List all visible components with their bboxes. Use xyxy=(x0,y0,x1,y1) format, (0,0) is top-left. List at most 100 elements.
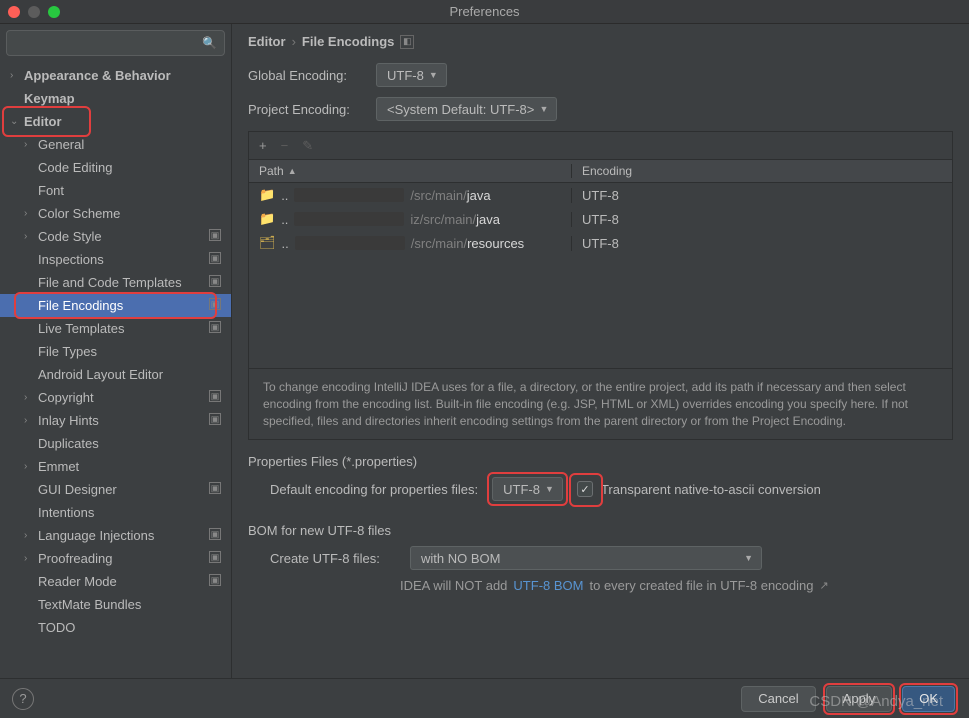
sidebar-item-label: File Encodings xyxy=(38,298,123,313)
sidebar-item-label: Emmet xyxy=(38,459,79,474)
sidebar-item-label: Inspections xyxy=(38,252,104,267)
sidebar-item-label: Duplicates xyxy=(38,436,99,451)
sidebar-item-copyright[interactable]: ›Copyright ▣ xyxy=(0,386,231,409)
chevron-down-icon: ▼ xyxy=(429,70,438,80)
resources-icon: 🗂 xyxy=(259,235,276,251)
bom-section-title: BOM for new UTF-8 files xyxy=(248,523,953,538)
sidebar-item-label: Keymap xyxy=(24,91,75,106)
properties-default-label: Default encoding for properties files: xyxy=(270,482,478,497)
sidebar-item-appearance-behavior[interactable]: ›Appearance & Behavior xyxy=(0,64,231,87)
table-row[interactable]: 📁../src/main/javaUTF-8 xyxy=(249,183,952,207)
sidebar-item-file-types[interactable]: File Types xyxy=(0,340,231,363)
help-button[interactable]: ? xyxy=(12,688,34,710)
sidebar-item-keymap[interactable]: Keymap xyxy=(0,87,231,110)
chevron-down-icon: ▼ xyxy=(545,484,554,494)
reset-icon[interactable]: ◧ xyxy=(400,35,414,49)
path-table-body: 📁../src/main/javaUTF-8📁..iz/src/main/jav… xyxy=(248,183,953,369)
main-panel: Editor › File Encodings ◧ Global Encodin… xyxy=(232,24,969,678)
add-button[interactable]: + xyxy=(259,138,267,153)
cell-encoding: UTF-8 xyxy=(571,236,952,251)
chevron-icon: › xyxy=(24,461,38,472)
sidebar-item-android-layout-editor[interactable]: Android Layout Editor xyxy=(0,363,231,386)
sidebar-item-label: General xyxy=(38,137,84,152)
module-scope-icon: ▣ xyxy=(209,574,221,586)
transparent-ascii-label: Transparent native-to-ascii conversion xyxy=(601,482,821,497)
remove-button[interactable]: − xyxy=(281,138,289,153)
close-icon[interactable] xyxy=(8,6,20,18)
chevron-icon: › xyxy=(24,208,38,219)
chevron-icon: › xyxy=(24,392,38,403)
sidebar-item-general[interactable]: ›General xyxy=(0,133,231,156)
bom-note-link[interactable]: UTF-8 BOM xyxy=(513,578,583,593)
module-scope-icon: ▣ xyxy=(209,413,221,425)
sidebar-item-color-scheme[interactable]: ›Color Scheme xyxy=(0,202,231,225)
sidebar-item-label: Intentions xyxy=(38,505,94,520)
sidebar-item-label: Code Editing xyxy=(38,160,112,175)
bom-combo[interactable]: with NO BOM ▼ xyxy=(410,546,762,570)
sidebar-item-gui-designer[interactable]: GUI Designer▣ xyxy=(0,478,231,501)
project-encoding-label: Project Encoding: xyxy=(248,102,376,117)
sidebar-item-file-encodings[interactable]: File Encodings ▣ xyxy=(0,294,231,317)
project-encoding-combo[interactable]: <System Default: UTF-8> ▼ xyxy=(376,97,557,121)
bom-note-pre: IDEA will NOT add xyxy=(400,578,507,593)
redacted-path xyxy=(294,188,404,202)
sidebar-item-language-injections[interactable]: ›Language Injections▣ xyxy=(0,524,231,547)
chevron-icon: › xyxy=(24,231,38,242)
minimize-icon[interactable] xyxy=(28,6,40,18)
sort-asc-icon: ▲ xyxy=(288,166,297,176)
sidebar-item-label: File and Code Templates xyxy=(38,275,182,290)
sidebar-item-todo[interactable]: TODO xyxy=(0,616,231,639)
sidebar-item-font[interactable]: Font xyxy=(0,179,231,202)
sidebar-item-duplicates[interactable]: Duplicates xyxy=(0,432,231,455)
external-link-icon[interactable]: ↗ xyxy=(819,579,828,592)
sidebar: 🔍 ›Appearance & BehaviorKeymap⌄Editor›Ge… xyxy=(0,24,232,678)
bom-note-post: to every created file in UTF-8 encoding xyxy=(589,578,813,593)
sidebar-item-label: GUI Designer xyxy=(38,482,117,497)
sidebar-item-proofreading[interactable]: ›Proofreading▣ xyxy=(0,547,231,570)
chevron-icon: › xyxy=(10,70,24,81)
edit-button[interactable]: ✎ xyxy=(302,138,313,154)
sidebar-item-label: Inlay Hints xyxy=(38,413,99,428)
column-header-path[interactable]: Path ▲ xyxy=(249,164,571,178)
sidebar-item-textmate-bundles[interactable]: TextMate Bundles xyxy=(0,593,231,616)
chevron-icon: › xyxy=(24,139,38,150)
breadcrumb: Editor › File Encodings ◧ xyxy=(248,34,953,49)
properties-encoding-combo[interactable]: UTF-8 ▼ xyxy=(492,477,563,501)
sidebar-item-inspections[interactable]: Inspections▣ xyxy=(0,248,231,271)
sidebar-item-file-code-templates[interactable]: File and Code Templates▣ xyxy=(0,271,231,294)
module-scope-icon: ▣ xyxy=(209,321,221,333)
table-row[interactable]: 📁..iz/src/main/javaUTF-8 xyxy=(249,207,952,231)
chevron-icon: ⌄ xyxy=(10,116,24,127)
sidebar-item-label: Reader Mode xyxy=(38,574,117,589)
sidebar-item-emmet[interactable]: ›Emmet xyxy=(0,455,231,478)
column-header-encoding[interactable]: Encoding xyxy=(571,164,952,178)
sidebar-item-inlay-hints[interactable]: ›Inlay Hints▣ xyxy=(0,409,231,432)
apply-button[interactable]: Apply xyxy=(826,686,893,712)
global-encoding-combo[interactable]: UTF-8 ▼ xyxy=(376,63,447,87)
properties-section-title: Properties Files (*.properties) xyxy=(248,454,953,469)
window-title: Preferences xyxy=(449,4,519,19)
sidebar-item-label: Copyright xyxy=(38,390,94,405)
sidebar-item-label: Code Style xyxy=(38,229,102,244)
sidebar-item-intentions[interactable]: Intentions xyxy=(0,501,231,524)
folder-icon: 📁 xyxy=(259,187,275,203)
sidebar-item-code-editing[interactable]: Code Editing xyxy=(0,156,231,179)
redacted-path xyxy=(295,236,405,250)
bom-create-label: Create UTF-8 files: xyxy=(270,551,396,566)
sidebar-item-editor[interactable]: ⌄Editor xyxy=(0,110,231,133)
sidebar-item-label: Font xyxy=(38,183,64,198)
module-scope-icon: ▣ xyxy=(209,298,221,310)
cancel-button[interactable]: Cancel xyxy=(741,686,815,712)
search-input[interactable] xyxy=(6,30,225,56)
maximize-icon[interactable] xyxy=(48,6,60,18)
sidebar-item-label: Live Templates xyxy=(38,321,124,336)
sidebar-item-code-style[interactable]: ›Code Style▣ xyxy=(0,225,231,248)
breadcrumb-root[interactable]: Editor xyxy=(248,34,286,49)
ok-button[interactable]: OK xyxy=(902,686,955,712)
module-scope-icon: ▣ xyxy=(209,390,221,402)
chevron-right-icon: › xyxy=(292,34,296,49)
transparent-ascii-checkbox[interactable]: ✓ xyxy=(577,481,593,497)
table-row[interactable]: 🗂../src/main/resourcesUTF-8 xyxy=(249,231,952,255)
sidebar-item-live-templates[interactable]: Live Templates ▣ xyxy=(0,317,231,340)
sidebar-item-reader-mode[interactable]: Reader Mode ▣ xyxy=(0,570,231,593)
